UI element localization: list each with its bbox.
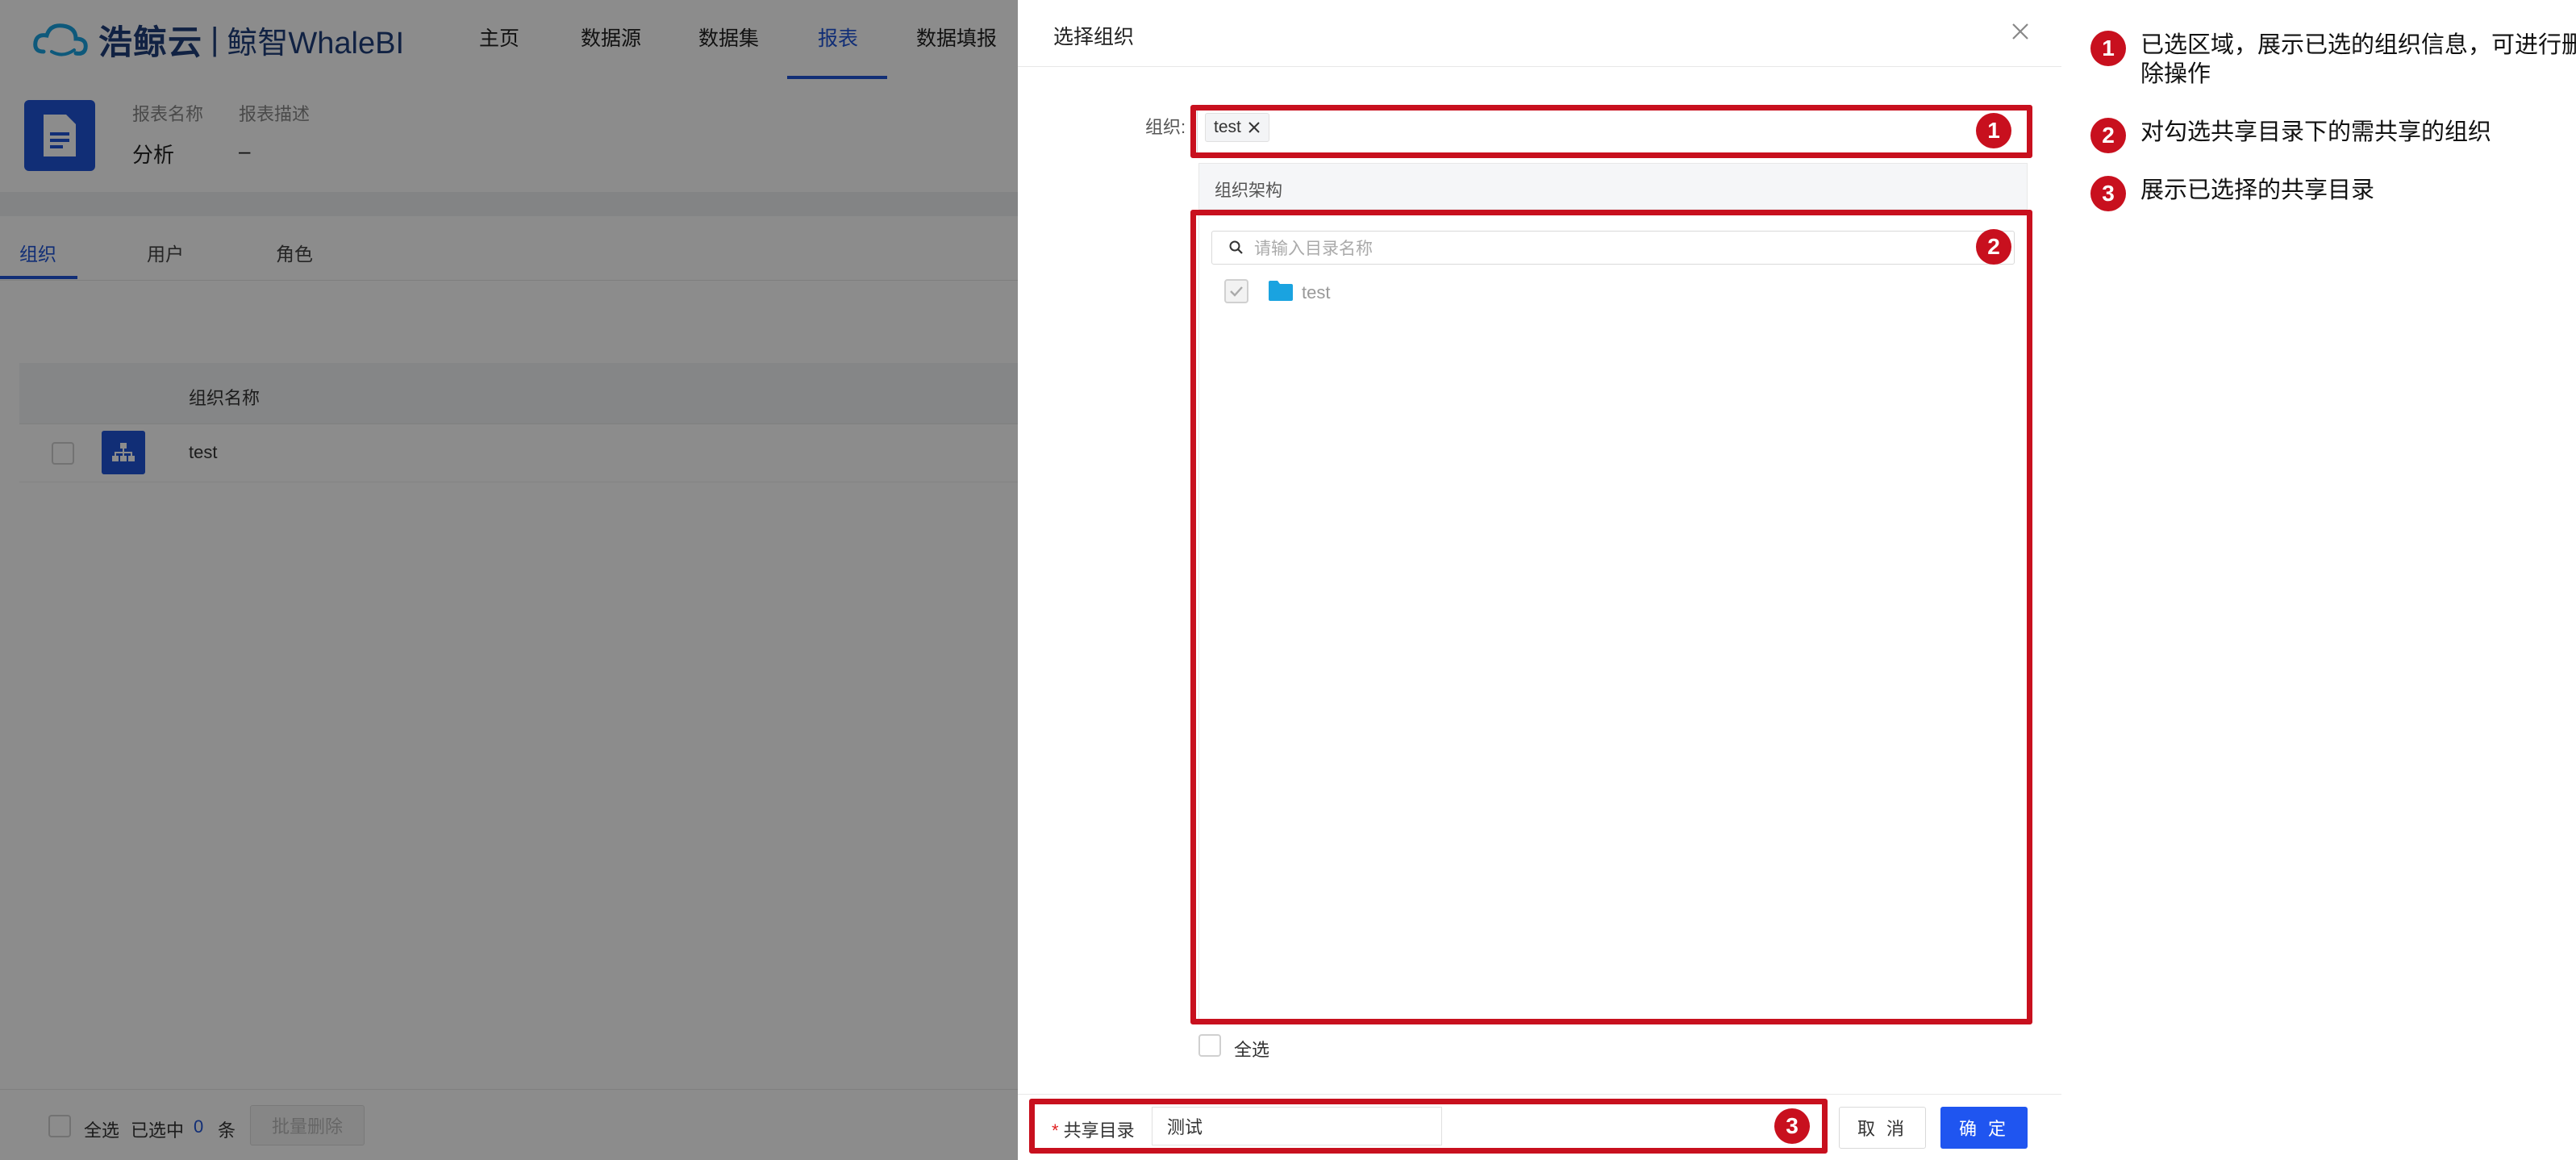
annotation-legend	[2061, 0, 2576, 1160]
close-icon	[2012, 23, 2028, 40]
legend-item-3: 3 展示已选择的共享目录	[2090, 176, 2576, 211]
legend-item-2: 2 对勾选共享目录下的需共享的组织	[2090, 118, 2576, 153]
tree-panel-header	[1198, 163, 2028, 210]
modal-overlay[interactable]	[0, 0, 1018, 1160]
legend-badge-1: 1	[2090, 31, 2126, 66]
drawer-title: 选择组织	[1053, 26, 1135, 48]
legend-text-3: 展示已选择的共享目录	[2140, 177, 2375, 203]
legend-item-1: 1 已选区域，展示已选的组织信息，可进行删除操作	[2090, 31, 2576, 89]
legend-badge-2: 2	[2090, 118, 2126, 153]
annotation-badge-3: 3	[1774, 1108, 1810, 1144]
tree-select-all-checkbox[interactable]	[1198, 1034, 1221, 1057]
annotation-badge-2: 2	[1976, 229, 2011, 265]
legend-badge-3: 3	[2090, 176, 2126, 211]
annotation-badge-1: 1	[1976, 113, 2011, 148]
drawer-header-divider	[1018, 66, 2061, 67]
annotation-box-2	[1190, 210, 2032, 1024]
tree-select-all-label: 全选	[1234, 1040, 1270, 1060]
drawer-footer-divider	[1018, 1094, 2061, 1095]
tree-panel-title: 组织架构	[1215, 182, 1282, 200]
annotation-box-1	[1190, 105, 2032, 158]
org-field-label: 组织:	[1145, 117, 1186, 137]
close-button[interactable]	[2007, 18, 2034, 45]
cancel-button[interactable]: 取 消	[1839, 1107, 1926, 1149]
legend-text-1: 已选区域，展示已选的组织信息，可进行删除操作	[2140, 32, 2576, 87]
legend-text-2: 对勾选共享目录下的需共享的组织	[2140, 119, 2492, 145]
confirm-button[interactable]: 确 定	[1940, 1107, 2028, 1149]
annotation-box-3	[1029, 1099, 1828, 1154]
